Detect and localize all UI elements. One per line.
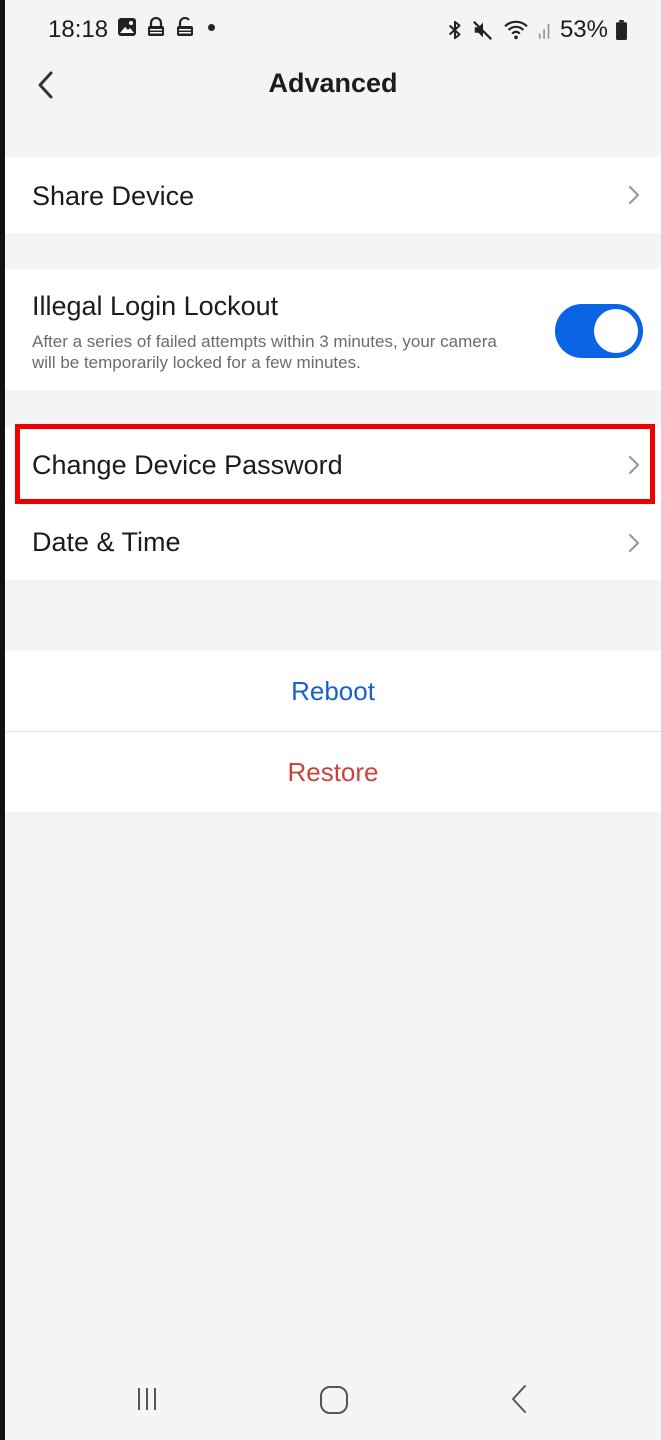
status-notification-icons: [117, 17, 215, 37]
signal-icon: [538, 23, 550, 39]
date-time-row[interactable]: Date & Time: [5, 504, 661, 580]
battery-icon: [616, 20, 627, 40]
illegal-login-label: Illegal Login Lockout: [32, 291, 279, 321]
lock-icon: [148, 17, 164, 36]
illegal-login-toggle[interactable]: [555, 304, 643, 358]
share-device-row[interactable]: Share Device: [5, 157, 661, 233]
date-time-label: Date & Time: [32, 527, 181, 557]
illegal-login-row: Illegal Login Lockout After a series of …: [5, 269, 661, 390]
change-password-label: Change Device Password: [32, 450, 343, 480]
system-nav-bar: [5, 1360, 661, 1440]
status-system-icons: 53%: [446, 16, 627, 44]
lock-open-icon: [177, 17, 193, 36]
page-title: Advanced: [268, 68, 398, 98]
dot-icon: [208, 23, 215, 31]
bluetooth-icon: [448, 20, 461, 40]
chevron-right-icon: [628, 533, 640, 553]
home-icon[interactable]: [314, 1380, 354, 1420]
share-device-label: Share Device: [32, 181, 195, 211]
gallery-icon: [118, 18, 136, 36]
mute-icon: [473, 20, 492, 40]
restore-button[interactable]: Restore: [5, 732, 661, 812]
back-icon[interactable]: [501, 1380, 541, 1420]
illegal-login-description: After a series of failed attempts within…: [32, 332, 497, 372]
toggle-knob: [594, 309, 638, 353]
status-bar: 18:18 53%: [5, 0, 661, 60]
change-password-row[interactable]: Change Device Password: [5, 427, 661, 503]
chevron-right-icon: [628, 185, 640, 205]
status-time: 18:18: [48, 16, 109, 43]
battery-percent: 53%: [559, 16, 608, 43]
header: Advanced: [5, 60, 661, 110]
chevron-right-icon: [628, 455, 640, 475]
screen: 18:18 53% Advanced Share Device Illegal …: [5, 0, 661, 1440]
recent-apps-icon[interactable]: [128, 1380, 168, 1420]
wifi-icon: [504, 20, 528, 40]
reboot-button[interactable]: Reboot: [5, 651, 661, 731]
